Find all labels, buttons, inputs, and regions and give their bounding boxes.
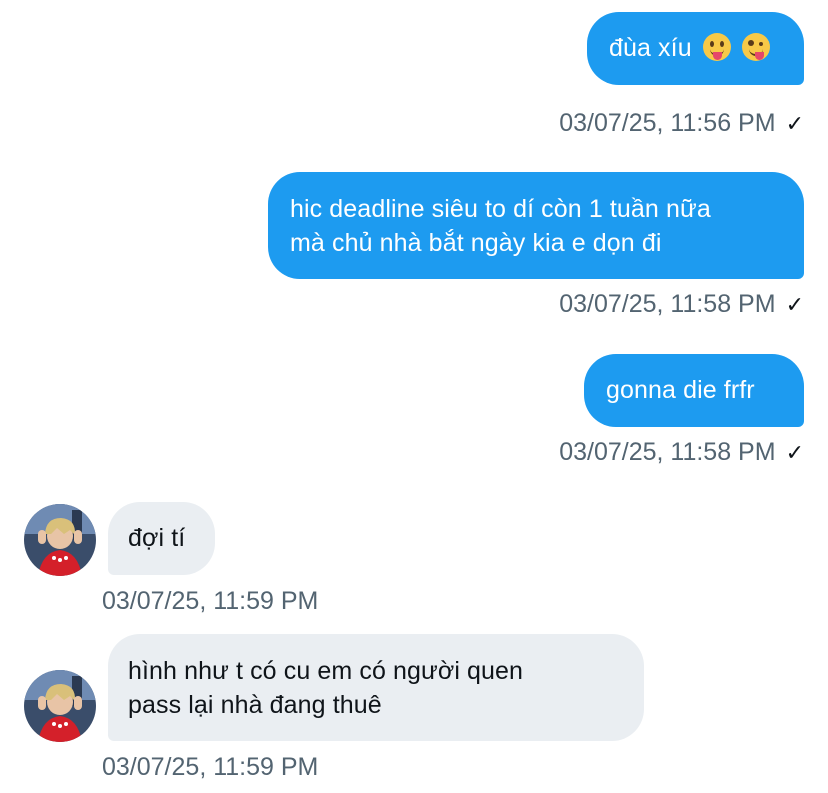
message-meta: 03/07/25, 11:56 PM ✓ [559,108,804,139]
message-timestamp: 03/07/25, 11:59 PM [102,587,319,615]
sent-check-icon: ✓ [785,440,804,465]
zany-face-emoji [741,33,770,61]
sent-check-icon: ✓ [785,111,804,136]
message-text: gonna die frfr [606,376,755,404]
message-timestamp: 03/07/25, 11:58 PM [559,290,776,318]
message-text: hic deadline siêu to dí còn 1 tuần nữa m… [290,195,711,257]
avatar[interactable] [24,670,96,742]
message-meta: 03/07/25, 11:58 PM ✓ [559,437,804,468]
message-timestamp: 03/07/25, 11:56 PM [559,109,776,137]
avatar-image [24,504,96,576]
message-bubble-incoming[interactable]: hình như t có cu em có người quen pass l… [108,634,644,741]
avatar[interactable] [24,504,96,576]
message-timestamp: 03/07/25, 11:58 PM [559,438,776,466]
sent-check-icon: ✓ [785,292,804,317]
message-bubble-outgoing[interactable]: đùa xíu [587,12,804,85]
face-with-tongue-emoji [702,33,731,61]
message-meta: 03/07/25, 11:58 PM ✓ [559,289,804,320]
message-text: đợi tí [128,524,186,552]
message-text: hình như t có cu em có người quen pass l… [128,657,524,719]
message-bubble-outgoing[interactable]: gonna die frfr [584,354,804,427]
message-timestamp: 03/07/25, 11:59 PM [102,753,319,781]
message-bubble-outgoing[interactable]: hic deadline siêu to dí còn 1 tuần nữa m… [268,172,804,279]
message-bubble-incoming[interactable]: đợi tí [108,502,215,575]
avatar-image [24,670,96,742]
message-text: đùa xíu [609,34,692,62]
